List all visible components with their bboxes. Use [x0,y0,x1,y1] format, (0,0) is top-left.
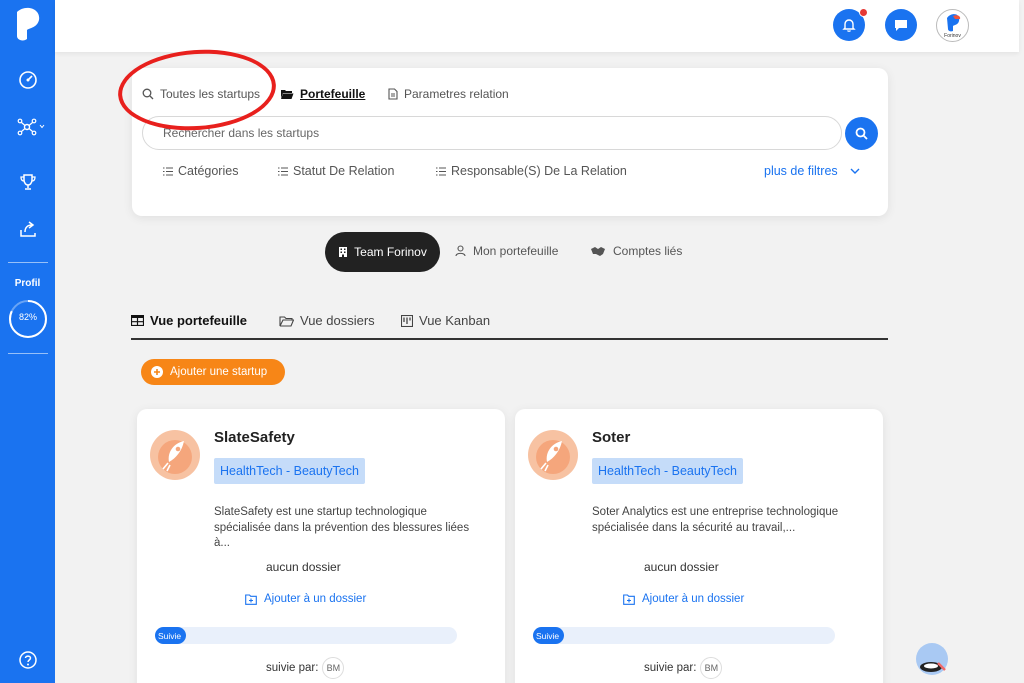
startup-card[interactable]: SlateSafety HealthTech - BeautyTech Slat… [137,409,505,683]
followed-by: suivie par: BM [266,657,345,679]
tab-label: Parametres relation [404,87,509,101]
add-startup-label: Ajouter une startup [170,366,268,378]
view-tab-label: Vue portefeuille [150,313,248,328]
add-to-folder-link[interactable]: Ajouter à un dossier [623,593,744,605]
list-icon [163,166,173,176]
tab-portfolio-view[interactable]: Vue portefeuille [131,313,247,328]
search-input-wrapper [142,116,842,150]
view-tabs-underline [131,338,888,340]
segment-label: Comptes liés [613,244,683,258]
filter-relation-owner[interactable]: Responsable(S) De La Relation [436,164,627,178]
messages-button[interactable] [885,9,917,41]
follower-avatar[interactable]: BM [322,657,345,679]
folder-open-icon [281,90,294,99]
no-folder-text: aucun dossier [644,560,719,574]
profile-label: Profil [14,278,41,289]
followed-by: suivie par: BM [644,657,723,679]
status-progress-track: Suivie [155,627,457,644]
search-submit-button[interactable] [845,117,878,150]
folder-plus-icon [245,593,257,605]
chevron-down-icon [850,168,860,174]
forinov-logo-icon[interactable] [11,6,43,42]
list-icon [278,166,288,176]
sidebar: Profil 82% [0,0,55,683]
status-progress-fill: Suivie [533,627,564,644]
startup-tag: HealthTech - BeautyTech [592,458,743,484]
assistant-widget-icon [920,662,946,672]
segment-team-forinov[interactable]: Team Forinov [325,232,440,272]
filter-label: Responsable(S) De La Relation [451,164,627,178]
tab-folders-view[interactable]: Vue dossiers [279,313,375,328]
more-filters-label: plus de filtres [764,164,838,178]
folder-icon [279,315,294,327]
segment-label: Mon portefeuille [473,244,559,258]
segment-my-portfolio[interactable]: Mon portefeuille [455,244,558,258]
status-progress-track: Suivie [533,627,835,644]
table-icon [131,315,144,326]
segment-linked-accounts[interactable]: Comptes liés [590,244,682,258]
search-icon [142,88,154,100]
topbar [55,0,1019,52]
sidebar-divider [8,262,48,263]
search-icon [855,127,868,140]
add-to-folder-label: Ajouter à un dossier [642,593,745,605]
status-label: Suivie [536,630,560,641]
startup-name[interactable]: SlateSafety [214,429,295,446]
startup-tag: HealthTech - BeautyTech [214,458,365,484]
trophy-icon[interactable] [14,168,42,196]
view-tab-label: Vue Kanban [419,313,491,328]
startup-card[interactable]: Soter HealthTech - BeautyTech Soter Anal… [515,409,883,683]
notification-badge [859,8,868,17]
user-icon [455,245,466,257]
tab-relation-settings[interactable]: Parametres relation [388,84,509,104]
user-avatar[interactable]: Forinov [936,9,969,42]
startup-description: SlateSafety est une startup technologiqu… [214,506,470,549]
building-icon [339,247,348,257]
startup-name[interactable]: Soter [592,429,630,446]
filter-label: Catégories [178,164,239,178]
folder-plus-icon [623,593,635,605]
sidebar-divider [8,353,48,354]
list-icon [436,166,446,176]
followed-by-label: suivie par: [644,662,697,674]
tab-label: Portefeuille [300,87,366,101]
tab-portfolio[interactable]: Portefeuille [280,84,365,104]
bell-icon [842,19,856,32]
chat-icon [895,20,907,31]
help-icon[interactable] [14,646,42,674]
startup-rocket-logo-icon [150,430,200,480]
network-icon[interactable] [16,113,48,141]
status-progress-fill: Suivie [155,627,186,644]
chat-widget-button[interactable] [916,643,948,675]
kanban-icon [401,314,413,327]
startup-rocket-logo-icon [528,430,578,480]
no-folder-text: aucun dossier [266,560,341,574]
handshake-icon [591,247,605,256]
status-label: Suivie [158,630,182,641]
tab-all-startups[interactable]: Toutes les startups [142,84,260,104]
dashboard-gauge-icon[interactable] [14,66,42,94]
segment-label: Team Forinov [354,245,427,259]
filter-relation-status[interactable]: Statut De Relation [278,164,394,178]
share-upload-icon[interactable] [14,215,42,243]
filter-categories[interactable]: Catégories [163,164,238,178]
plus-circle-icon [151,366,163,378]
startup-description: Soter Analytics est une entreprise techn… [592,506,839,534]
document-icon [388,88,398,100]
add-startup-button[interactable]: Ajouter une startup [141,359,285,385]
tab-kanban-view[interactable]: Vue Kanban [401,313,490,328]
more-filters-toggle[interactable]: plus de filtres [764,164,860,178]
filter-label: Statut De Relation [293,164,395,178]
tab-label: Toutes les startups [160,87,261,101]
add-to-folder-link[interactable]: Ajouter à un dossier [245,593,366,605]
avatar-caption: Forinov [944,33,961,39]
profile-progress-text: 82% [18,312,37,322]
search-panel: Toutes les startups Portefeuille Paramet… [132,68,888,216]
followed-by-label: suivie par: [266,662,319,674]
add-to-folder-label: Ajouter à un dossier [264,593,367,605]
follower-avatar[interactable]: BM [700,657,723,679]
view-tab-label: Vue dossiers [300,313,375,328]
forinov-avatar-logo-icon [947,14,961,32]
search-input[interactable] [143,117,841,149]
